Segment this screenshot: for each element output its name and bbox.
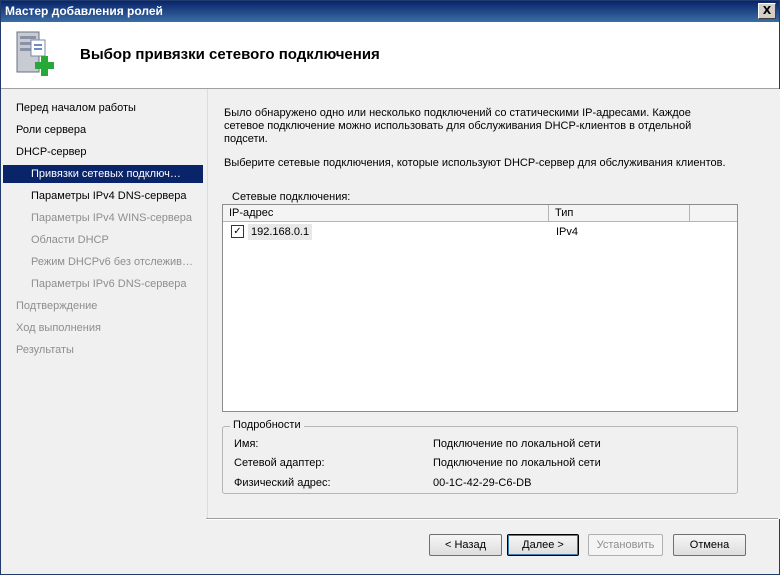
page-title: Выбор привязки сетевого подключения xyxy=(80,46,380,63)
step-results: Результаты xyxy=(16,344,74,356)
connections-list[interactable]: IP-адрес Тип ✓ 192.168.0.1 IPv4 xyxy=(222,204,738,412)
step-ipv6-dns: Параметры IPv6 DNS-сервера xyxy=(31,278,187,290)
description-text: Было обнаружено одно или несколько подкл… xyxy=(224,107,692,145)
step-network-bindings[interactable]: Привязки сетевых подключ… xyxy=(3,165,203,183)
step-dhcpv6-stateless: Режим DHCPv6 без отслежив… xyxy=(31,256,193,268)
mac-value: 00-1C-42-29-C6-DB xyxy=(433,477,532,489)
type-cell: IPv4 xyxy=(556,226,579,238)
step-dhcp-scopes: Области DHCP xyxy=(31,234,109,246)
column-ip-address[interactable]: IP-адрес xyxy=(223,205,549,221)
connection-checkbox[interactable]: ✓ xyxy=(231,225,244,238)
wizard-steps: Перед началом работы Роли сервера DHCP-с… xyxy=(1,89,204,574)
step-server-roles[interactable]: Роли сервера xyxy=(16,121,196,139)
step-ipv4-dns[interactable]: Параметры IPv4 DNS-сервера xyxy=(31,187,193,205)
next-button[interactable]: Далее > xyxy=(507,534,579,556)
column-type[interactable]: Тип xyxy=(549,205,690,221)
list-header: IP-адрес Тип xyxy=(223,205,737,222)
server-add-icon xyxy=(16,31,54,76)
footer-divider-highlight xyxy=(206,519,778,520)
column-spacer xyxy=(690,205,737,221)
step-before-begin[interactable]: Перед началом работы xyxy=(16,99,196,117)
name-value: Подключение по локальной сети xyxy=(433,438,601,450)
wizard-header: Выбор привязки сетевого подключения xyxy=(1,22,779,89)
table-row[interactable]: ✓ 192.168.0.1 IPv4 xyxy=(223,223,737,241)
step-confirmation: Подтверждение xyxy=(16,300,98,312)
close-button[interactable]: X xyxy=(758,3,776,19)
ip-address-cell: 192.168.0.1 xyxy=(248,224,313,240)
connections-label: Сетевые подключения: xyxy=(232,191,351,203)
back-button[interactable]: < Назад xyxy=(429,534,502,556)
step-progress: Ход выполнения xyxy=(16,322,101,334)
step-ipv4-wins: Параметры IPv4 WINS-сервера xyxy=(31,212,192,224)
instruction-text: Выберите сетевые подключения, которые ис… xyxy=(224,157,726,169)
cancel-button[interactable]: Отмена xyxy=(673,534,746,556)
details-legend: Подробности xyxy=(230,419,304,431)
title-bar: Мастер добавления ролей X xyxy=(1,1,779,22)
adapter-label: Сетевой адаптер: xyxy=(234,457,325,469)
step-dhcp-server[interactable]: DHCP-сервер xyxy=(16,143,196,161)
mac-label: Физический адрес: xyxy=(234,477,331,489)
adapter-value: Подключение по локальной сети xyxy=(433,457,601,469)
window-title: Мастер добавления ролей xyxy=(5,4,163,18)
install-button: Установить xyxy=(588,534,663,556)
name-label: Имя: xyxy=(234,438,259,450)
